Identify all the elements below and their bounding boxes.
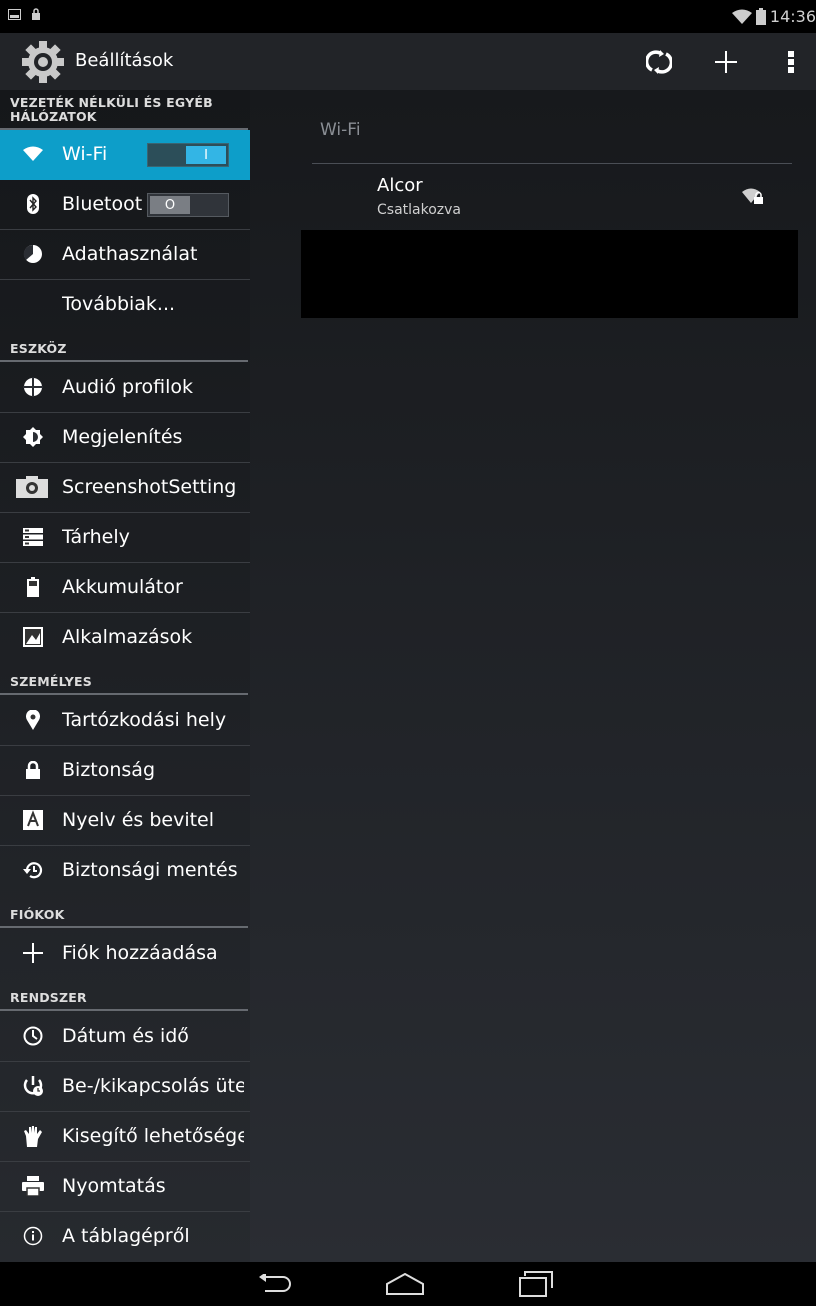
sidebar-item-label: Nyelv és bevitel	[62, 809, 215, 831]
wifi-icon	[731, 9, 752, 24]
sidebar-item-label: Nyomtatás	[62, 1175, 166, 1197]
sidebar-item-label: Kisegítő lehetőségek	[62, 1125, 244, 1147]
sidebar-item-date-time[interactable]: Dátum és idő	[0, 1012, 250, 1062]
sidebar-item-more[interactable]: Továbbiak...	[0, 280, 250, 330]
network-status: Csatlakozva	[377, 202, 461, 218]
sidebar-item-screenshot[interactable]: ScreenshotSetting	[0, 463, 250, 513]
apps-icon	[22, 626, 44, 648]
screenshot-icon	[8, 8, 21, 20]
sidebar-item-display[interactable]: Megjelenítés	[0, 413, 250, 463]
page-title: Beállítások	[75, 50, 174, 71]
bluetooth-toggle[interactable]: O	[147, 193, 229, 217]
sidebar-item-label: Alkalmazások	[62, 626, 193, 648]
settings-gear-icon[interactable]	[20, 39, 66, 85]
storage-icon	[22, 526, 44, 548]
data-usage-icon	[22, 243, 44, 265]
sidebar-item-bluetooth[interactable]: Bluetooth O	[0, 180, 250, 230]
detail-title: Wi-Fi	[320, 120, 361, 140]
section-header-system: RENDSZER	[0, 979, 250, 1011]
sidebar-item-security[interactable]: Biztonság	[0, 746, 250, 796]
wps-button[interactable]	[634, 33, 684, 90]
language-icon	[22, 809, 44, 831]
audio-profile-icon	[22, 376, 44, 398]
sidebar-item-label: Audió profilok	[62, 376, 193, 398]
clock-text: 14:36	[769, 7, 816, 26]
power-schedule-icon	[22, 1075, 44, 1097]
sidebar-item-language[interactable]: Nyelv és bevitel	[0, 796, 250, 846]
wifi-toggle[interactable]: I	[147, 143, 229, 167]
add-network-button[interactable]	[701, 33, 751, 90]
section-header-personal: SZEMÉLYES	[0, 663, 250, 695]
action-bar: Beállítások	[0, 33, 816, 90]
sidebar-item-label: ScreenshotSetting	[62, 476, 237, 498]
sidebar-item-label: Tárhely	[62, 526, 130, 548]
camera-icon	[14, 476, 50, 498]
sidebar-item-audio-profiles[interactable]: Audió profilok	[0, 363, 250, 413]
add-icon	[715, 50, 737, 73]
sidebar-item-label: Biztonság	[62, 759, 156, 781]
sidebar-item-printing[interactable]: Nyomtatás	[0, 1162, 250, 1212]
section-header-device: ESZKÖZ	[0, 330, 250, 362]
battery-icon	[755, 8, 766, 25]
accessibility-icon	[22, 1125, 44, 1147]
sidebar-item-wifi[interactable]: Wi-Fi I	[0, 130, 250, 180]
sidebar-item-backup[interactable]: Biztonsági mentés és visszaállítás	[0, 846, 250, 896]
backup-icon	[22, 859, 44, 881]
sidebar-item-label: Bluetooth	[62, 193, 142, 215]
home-button[interactable]	[375, 1268, 435, 1300]
network-item[interactable]: Alcor Csatlakozva	[312, 164, 792, 230]
back-icon	[259, 1274, 291, 1292]
recent-apps-button[interactable]	[506, 1268, 566, 1300]
sidebar-item-label: Adathasználat	[62, 243, 198, 265]
sidebar-item-label: A táblagépről	[62, 1225, 190, 1247]
sidebar-item-label: Biztonsági mentés és visszaállítás	[62, 859, 244, 881]
sidebar-item-power-schedule[interactable]: Be-/kikapcsolás ütemezése	[0, 1062, 250, 1112]
recent-apps-icon	[519, 1271, 553, 1297]
location-icon	[22, 709, 44, 731]
sidebar-item-data-usage[interactable]: Adathasználat	[0, 230, 250, 280]
status-bar: 14:36	[0, 0, 816, 33]
print-icon	[22, 1175, 44, 1197]
wifi-wps-icon	[646, 49, 672, 74]
sidebar-item-accessibility[interactable]: Kisegítő lehetőségek	[0, 1112, 250, 1162]
section-header-accounts: FIÓKOK	[0, 896, 250, 928]
lock-icon	[32, 8, 40, 20]
sidebar-item-label: Akkumulátor	[62, 576, 183, 598]
lock-icon	[22, 759, 44, 781]
battery-icon	[22, 576, 44, 598]
network-list-empty-area	[301, 230, 798, 318]
sidebar-item-label: Tartózkodási hely	[62, 709, 227, 731]
sidebar-item-label: Továbbiak...	[62, 293, 176, 315]
clock-icon	[22, 1025, 44, 1047]
sidebar-item-battery[interactable]: Akkumulátor	[0, 563, 250, 613]
sidebar-item-storage[interactable]: Tárhely	[0, 513, 250, 563]
sidebar-item-label: Megjelenítés	[62, 426, 183, 448]
sidebar-item-add-account[interactable]: Fiók hozzáadása	[0, 929, 250, 979]
wifi-lock-icon	[742, 188, 763, 204]
home-icon	[386, 1273, 424, 1295]
bluetooth-icon	[22, 193, 44, 215]
network-name: Alcor	[377, 175, 423, 196]
overflow-menu-button[interactable]	[766, 33, 816, 90]
wifi-detail-pane: Wi-Fi Alcor Csatlakozva	[250, 90, 816, 1262]
section-header-wireless: VEZETÉK NÉLKÜLI ÉS EGYÉB HÁLÓZATOK	[0, 90, 250, 130]
back-button[interactable]	[244, 1268, 304, 1300]
sidebar-item-label: Be-/kikapcsolás ütemezése	[62, 1075, 244, 1097]
overflow-menu-icon	[788, 50, 794, 73]
settings-sidebar: VEZETÉK NÉLKÜLI ÉS EGYÉB HÁLÓZATOK Wi-Fi…	[0, 90, 250, 1262]
sidebar-item-location[interactable]: Tartózkodási hely	[0, 696, 250, 746]
sidebar-item-label: Fiók hozzáadása	[62, 942, 218, 964]
sidebar-item-label: Dátum és idő	[62, 1025, 189, 1047]
wifi-icon	[22, 143, 44, 165]
sidebar-item-about[interactable]: A táblagépről	[0, 1212, 250, 1262]
display-icon	[22, 426, 44, 448]
navigation-bar	[0, 1262, 816, 1306]
info-icon	[22, 1225, 44, 1247]
sidebar-item-apps[interactable]: Alkalmazások	[0, 613, 250, 663]
add-icon	[22, 942, 44, 964]
